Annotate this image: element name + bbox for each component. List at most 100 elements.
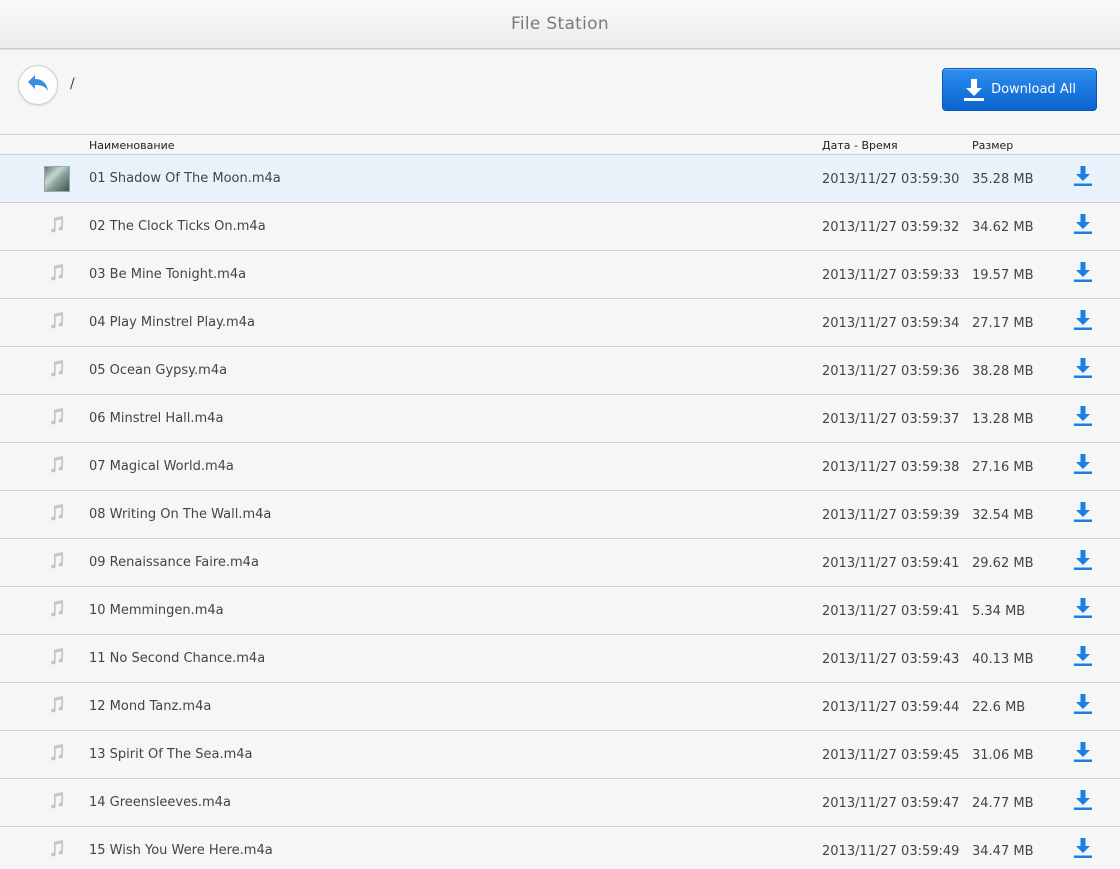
file-download-button[interactable] — [1072, 453, 1094, 479]
file-datetime: 2013/11/27 03:59:32 — [822, 220, 960, 235]
file-datetime: 2013/11/27 03:59:49 — [822, 844, 960, 859]
file-icon — [44, 358, 70, 384]
path-bar: / Download All — [0, 50, 1120, 135]
download-icon — [1073, 213, 1093, 239]
file-icon — [44, 742, 70, 768]
file-download-button[interactable] — [1072, 502, 1094, 525]
music-note-icon — [49, 792, 65, 814]
back-button[interactable] — [18, 65, 58, 105]
download-icon — [1073, 741, 1093, 767]
file-row[interactable]: 14 Greensleeves.m4a 2013/11/27 03:59:47 24… — [0, 779, 1120, 827]
file-row[interactable]: 03 Be Mine Tonight.m4a 2013/11/27 03:59:3… — [0, 251, 1120, 299]
column-datetime-header[interactable]: Дата - Время — [822, 139, 898, 152]
file-row[interactable]: 09 Renaissance Faire.m4a 2013/11/27 03:59… — [0, 539, 1120, 587]
file-datetime: 2013/11/27 03:59:47 — [822, 796, 960, 811]
file-datetime: 2013/11/27 03:59:43 — [822, 652, 960, 667]
music-note-icon — [49, 360, 65, 382]
music-note-icon — [49, 744, 65, 766]
file-size: 13.28 MB — [972, 412, 1034, 427]
file-download-button[interactable] — [1072, 549, 1094, 575]
file-download-button[interactable] — [1072, 597, 1094, 623]
file-row[interactable]: 08 Writing On The Wall.m4a 2013/11/27 03:… — [0, 491, 1120, 539]
album-thumbnail — [44, 166, 70, 192]
file-download-button[interactable] — [1072, 358, 1094, 381]
file-download-button[interactable] — [1072, 310, 1094, 333]
file-download-button[interactable] — [1072, 694, 1094, 717]
file-row[interactable]: 15 Wish You Were Here.m4a 2013/11/27 03:5… — [0, 827, 1120, 869]
file-download-button[interactable] — [1072, 406, 1094, 429]
file-size: 31.06 MB — [972, 748, 1034, 763]
file-datetime: 2013/11/27 03:59:45 — [822, 748, 960, 763]
file-size: 24.77 MB — [972, 796, 1034, 811]
file-row[interactable]: 10 Memmingen.m4a 2013/11/27 03:59:41 5.34 … — [0, 587, 1120, 635]
file-row[interactable]: 06 Minstrel Hall.m4a 2013/11/27 03:59:37 1… — [0, 395, 1120, 443]
download-icon — [1073, 597, 1093, 623]
file-row[interactable]: 13 Spirit Of The Sea.m4a 2013/11/27 03:59… — [0, 731, 1120, 779]
file-name[interactable]: 03 Be Mine Tonight.m4a — [89, 267, 246, 282]
file-download-button[interactable] — [1072, 837, 1094, 863]
download-icon — [1073, 453, 1093, 479]
file-icon — [44, 262, 70, 288]
download-icon — [1073, 165, 1093, 191]
file-datetime: 2013/11/27 03:59:41 — [822, 604, 960, 619]
file-name[interactable]: 12 Mond Tanz.m4a — [89, 699, 211, 714]
music-note-icon — [49, 600, 65, 622]
file-name[interactable]: 10 Memmingen.m4a — [89, 603, 224, 618]
file-row[interactable]: 12 Mond Tanz.m4a 2013/11/27 03:59:44 22.6 … — [0, 683, 1120, 731]
file-name[interactable]: 02 The Clock Ticks On.m4a — [89, 219, 266, 234]
file-icon — [44, 214, 70, 240]
app-title: File Station — [511, 14, 609, 34]
file-download-button[interactable] — [1072, 741, 1094, 767]
file-name[interactable]: 14 Greensleeves.m4a — [89, 795, 231, 810]
file-name[interactable]: 06 Minstrel Hall.m4a — [89, 411, 223, 426]
file-size: 27.16 MB — [972, 460, 1034, 475]
file-size: 34.62 MB — [972, 220, 1034, 235]
file-row[interactable]: 11 No Second Chance.m4a 2013/11/27 03:59:… — [0, 635, 1120, 683]
file-row[interactable]: 05 Ocean Gypsy.m4a 2013/11/27 03:59:36 38.… — [0, 347, 1120, 395]
file-row[interactable]: 07 Magical World.m4a 2013/11/27 03:59:38 2… — [0, 443, 1120, 491]
file-size: 19.57 MB — [972, 268, 1034, 283]
file-download-button[interactable] — [1072, 262, 1094, 285]
file-datetime: 2013/11/27 03:59:38 — [822, 460, 960, 475]
download-all-button[interactable]: Download All — [942, 68, 1097, 111]
file-name[interactable]: 01 Shadow Of The Moon.m4a — [89, 171, 281, 186]
file-datetime: 2013/11/27 03:59:44 — [822, 700, 960, 715]
file-name[interactable]: 09 Renaissance Faire.m4a — [89, 555, 259, 570]
file-datetime: 2013/11/27 03:59:33 — [822, 268, 960, 283]
file-datetime: 2013/11/27 03:59:30 — [822, 172, 960, 187]
file-icon — [44, 838, 70, 864]
file-download-button[interactable] — [1072, 213, 1094, 239]
file-name[interactable]: 07 Magical World.m4a — [89, 459, 234, 474]
file-name[interactable]: 11 No Second Chance.m4a — [89, 651, 265, 666]
file-name[interactable]: 05 Ocean Gypsy.m4a — [89, 363, 227, 378]
file-download-button[interactable] — [1072, 646, 1094, 669]
file-list: 01 Shadow Of The Moon.m4a 2013/11/27 03:5… — [0, 154, 1120, 869]
file-name[interactable]: 08 Writing On The Wall.m4a — [89, 507, 271, 522]
current-path: / — [70, 76, 75, 92]
file-datetime: 2013/11/27 03:59:34 — [822, 316, 960, 331]
file-size: 32.54 MB — [972, 508, 1034, 523]
file-row[interactable]: 01 Shadow Of The Moon.m4a 2013/11/27 03:5… — [0, 155, 1120, 203]
file-name[interactable]: 04 Play Minstrel Play.m4a — [89, 315, 255, 330]
download-all-label: Download All — [991, 82, 1076, 97]
file-icon — [44, 694, 70, 720]
download-icon — [1073, 837, 1093, 863]
file-datetime: 2013/11/27 03:59:36 — [822, 364, 960, 379]
music-note-icon — [49, 648, 65, 670]
file-icon — [44, 790, 70, 816]
music-note-icon — [49, 216, 65, 238]
column-name-header[interactable]: Наименование — [89, 139, 174, 152]
file-size: 38.28 MB — [972, 364, 1034, 379]
file-name[interactable]: 15 Wish You Were Here.m4a — [89, 843, 273, 858]
download-icon — [1073, 549, 1093, 575]
file-icon — [44, 166, 70, 192]
file-download-button[interactable] — [1072, 790, 1094, 813]
column-size-header[interactable]: Размер — [972, 139, 1013, 152]
file-name[interactable]: 13 Spirit Of The Sea.m4a — [89, 747, 252, 762]
file-row[interactable]: 02 The Clock Ticks On.m4a 2013/11/27 03:5… — [0, 203, 1120, 251]
file-size: 22.6 MB — [972, 700, 1026, 715]
file-datetime: 2013/11/27 03:59:39 — [822, 508, 960, 523]
music-note-icon — [49, 504, 65, 526]
file-row[interactable]: 04 Play Minstrel Play.m4a 2013/11/27 03:5… — [0, 299, 1120, 347]
file-download-button[interactable] — [1072, 165, 1094, 191]
